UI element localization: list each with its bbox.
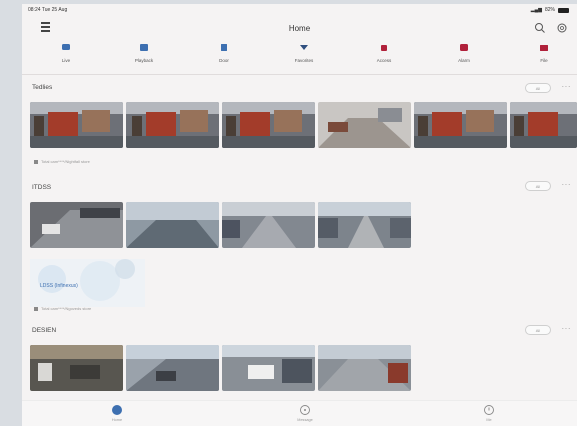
search-icon — [535, 23, 545, 33]
more-options-button[interactable]: ··· — [562, 180, 572, 189]
more-options-button[interactable]: ··· — [562, 82, 572, 91]
nav-item-alarm[interactable]: Alarm — [420, 40, 508, 72]
file-icon — [540, 45, 548, 51]
camera-thumbnail[interactable] — [318, 202, 411, 248]
camera-thumbnail[interactable] — [30, 202, 123, 248]
header: Home — [22, 18, 577, 38]
camera-thumbnail[interactable] — [222, 102, 315, 148]
map-card[interactable]: LDSS (Infinexus) — [30, 259, 145, 307]
divider — [22, 74, 577, 75]
device-icon — [34, 306, 38, 311]
nav-label: Door — [219, 58, 229, 63]
feature-nav: Live Playback Door Favorites Access Alar… — [22, 40, 577, 72]
camera-thumbnail[interactable] — [30, 345, 123, 391]
nav-label: Live — [61, 58, 71, 63]
nav-item-file[interactable]: File — [500, 40, 577, 72]
status-time: 08:24 — [28, 7, 41, 13]
camera-thumbnail[interactable] — [318, 345, 411, 391]
bottom-tab-bar: Home Message Me — [22, 400, 577, 426]
nav-label: File — [540, 58, 548, 63]
search-button[interactable] — [533, 21, 547, 35]
camera-thumbnail[interactable] — [414, 102, 507, 148]
view-all-button[interactable]: All — [525, 83, 551, 93]
camera-thumbnail[interactable] — [510, 102, 577, 148]
nav-item-access[interactable]: Access — [340, 40, 428, 72]
battery-icon — [558, 7, 569, 13]
page-title: Home — [288, 24, 311, 33]
camera-thumbnail[interactable] — [222, 202, 315, 248]
signal-icon: ▂▄▆ — [530, 7, 542, 13]
section-title: ITDSS — [32, 184, 52, 191]
view-all-button[interactable]: All — [525, 181, 551, 191]
camera-thumbnail[interactable] — [126, 202, 219, 248]
playback-icon — [140, 44, 148, 51]
caption-text: Total cam****/Nightfall store — [41, 159, 90, 164]
nav-item-live[interactable]: Live — [22, 40, 110, 72]
section-title: Tedlies — [32, 84, 53, 91]
access-icon — [381, 45, 387, 51]
message-icon — [300, 405, 310, 415]
caption-text: Total cam****/Ngoveds store — [41, 306, 92, 311]
map-label: LDSS (Infinexus) — [40, 283, 78, 289]
more-options-button[interactable]: ··· — [562, 324, 572, 333]
section-caption: Total cam****/Ngoveds store — [34, 306, 91, 311]
tab-label: Message — [297, 418, 313, 422]
camera-thumbnail[interactable] — [126, 345, 219, 391]
status-date: Tue 25 Aug — [41, 7, 68, 13]
view-all-button[interactable]: All — [525, 325, 551, 335]
battery-percent: 82% — [544, 7, 555, 13]
camera-thumbnail[interactable] — [30, 102, 123, 148]
favorites-icon — [300, 45, 308, 50]
nav-item-playback[interactable]: Playback — [100, 40, 188, 72]
camera-thumbnail[interactable] — [222, 345, 315, 391]
tab-label: Home — [111, 418, 123, 422]
nav-label: Access — [376, 58, 392, 63]
camera-thumbnail[interactable] — [318, 102, 411, 148]
settings-button[interactable] — [555, 21, 569, 35]
door-icon — [221, 44, 227, 51]
camera-thumbnail[interactable] — [126, 102, 219, 148]
nav-item-door[interactable]: Door — [180, 40, 268, 72]
tab-home[interactable]: Home — [102, 401, 132, 426]
status-bar: 08:24 Tue 25 Aug ▂▄▆ 82% — [22, 4, 577, 16]
alarm-icon — [460, 44, 468, 51]
nav-label: Favorites — [294, 58, 314, 63]
tab-message[interactable]: Message — [290, 401, 320, 426]
app-window: 08:24 Tue 25 Aug ▂▄▆ 82% Home Live Playb… — [22, 4, 577, 426]
nav-item-favorites[interactable]: Favorites — [260, 40, 348, 72]
section-title: DESIEN — [32, 327, 57, 334]
gear-icon — [557, 23, 567, 33]
tab-label: Me — [486, 418, 492, 422]
nav-label: Playback — [134, 58, 154, 63]
device-icon — [34, 159, 38, 164]
section-caption: Total cam****/Nightfall store — [34, 159, 90, 164]
tab-me[interactable]: Me — [474, 401, 504, 426]
camera-icon — [62, 44, 70, 50]
nav-label: Alarm — [458, 58, 470, 63]
home-icon — [112, 405, 122, 415]
user-icon — [484, 405, 494, 415]
